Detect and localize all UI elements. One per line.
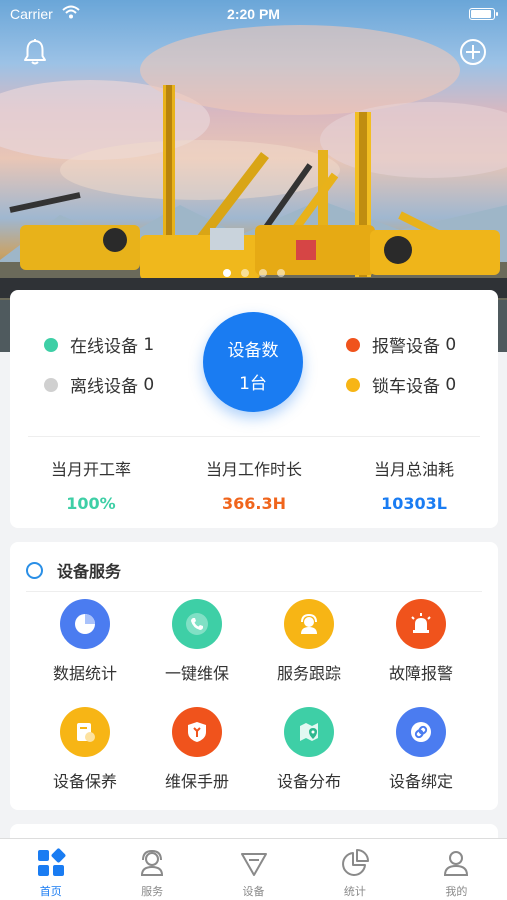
metric-label: 当月总油耗: [373, 460, 454, 479]
service-label: 维保手册: [164, 772, 229, 791]
service-manual[interactable]: 维保手册: [141, 707, 253, 792]
online-devices[interactable]: 在线设备 1: [44, 332, 154, 357]
legend-value: 0: [445, 374, 457, 395]
service-label: 故障报警: [388, 664, 453, 683]
legend-label: 离线设备: [70, 377, 138, 397]
divider: [26, 591, 482, 592]
headset-icon: [284, 599, 334, 649]
service-label: 服务跟踪: [276, 664, 341, 683]
service-label: 设备分布: [276, 772, 341, 791]
pie-chart-icon: [60, 599, 110, 649]
device-count-title: 设备数: [227, 341, 279, 361]
ring-icon: [26, 561, 43, 579]
carousel-dot[interactable]: [240, 269, 249, 277]
metric-value: 10303L: [381, 494, 447, 513]
tab-service[interactable]: 服务: [101, 839, 202, 900]
tab-stats[interactable]: 统计: [304, 839, 405, 900]
carousel-dot[interactable]: [258, 269, 267, 277]
legend-label: 锁车设备: [372, 377, 440, 397]
plus-circle-icon[interactable]: [459, 38, 487, 66]
metric-label: 当月工作时长: [205, 460, 302, 479]
carousel-indicator[interactable]: [0, 269, 507, 277]
offline-devices[interactable]: 离线设备 0: [44, 372, 154, 397]
service-label: 设备保养: [52, 772, 117, 791]
tab-bar: 首页 服务 设备 统计 我的: [0, 838, 507, 900]
alarm-light-icon: [396, 599, 446, 649]
tab-mine[interactable]: 我的: [406, 839, 507, 900]
tab-label: 首页: [39, 885, 62, 898]
tab-label: 统计: [343, 885, 366, 898]
bell-icon[interactable]: [22, 38, 48, 66]
service-distribution[interactable]: 设备分布: [253, 707, 365, 792]
device-count-circle[interactable]: 设备数 1台: [203, 312, 303, 412]
device-stats-card: 在线设备 1 离线设备 0 报警设备 0 锁车设备 0 设备数 1台 当月开工率…: [10, 290, 498, 528]
status-bar: Carrier 2:20 PM: [0, 0, 507, 28]
legend-value: 0: [143, 374, 155, 395]
divider: [28, 436, 480, 437]
metric-utilization: 当月开工率 100%: [16, 456, 166, 513]
metric-value: 100%: [66, 494, 116, 513]
carousel-dot[interactable]: [276, 269, 285, 277]
section-title: 设备服务: [57, 562, 122, 581]
device-shield-icon: [240, 853, 267, 876]
metric-fuel: 当月总油耗 10303L: [339, 456, 489, 513]
device-count-value: 1台: [239, 374, 267, 394]
stats-pie-icon: [341, 849, 369, 876]
service-maintenance[interactable]: 设备保养: [29, 707, 141, 792]
shield-wrench-icon: [172, 707, 222, 757]
service-person-icon: [141, 849, 164, 876]
metric-work-hours: 当月工作时长 366.3H: [179, 456, 329, 513]
service-binding[interactable]: 设备绑定: [365, 707, 477, 792]
section-header: 设备服务: [26, 558, 121, 582]
metric-label: 当月开工率: [50, 460, 131, 479]
clock: 2:20 PM: [227, 6, 280, 22]
tab-device[interactable]: 设备: [203, 839, 304, 900]
device-services-card: 设备服务 数据统计 一键维保 服务跟踪 故障报警 设备保养 维保手册 设备分布 …: [10, 542, 498, 810]
legend-label: 在线设备: [70, 337, 138, 357]
tab-label: 设备: [242, 885, 265, 898]
user-icon: [444, 851, 469, 876]
maintenance-doc-icon: [60, 707, 110, 757]
map-pin-icon: [284, 707, 334, 757]
legend-label: 报警设备: [372, 337, 440, 357]
battery-icon: [469, 8, 498, 20]
locked-devices[interactable]: 锁车设备 0: [346, 372, 456, 397]
status-dot: [346, 377, 360, 392]
service-tracking[interactable]: 服务跟踪: [253, 599, 365, 684]
link-icon: [396, 707, 446, 757]
carousel-dot[interactable]: [222, 269, 231, 277]
service-data-stats[interactable]: 数据统计: [29, 599, 141, 684]
home-grid-icon: [37, 848, 66, 876]
metric-value: 366.3H: [222, 494, 286, 513]
service-fault-alarm[interactable]: 故障报警: [365, 599, 477, 684]
service-one-click-maintenance[interactable]: 一键维保: [141, 599, 253, 684]
tab-home[interactable]: 首页: [0, 839, 101, 900]
legend-value: 0: [445, 334, 457, 355]
legend-value: 1: [143, 334, 155, 355]
status-dot: [44, 377, 58, 392]
service-label: 数据统计: [52, 664, 117, 683]
alarm-devices[interactable]: 报警设备 0: [346, 332, 456, 357]
service-label: 设备绑定: [388, 772, 453, 791]
tab-label: 我的: [445, 885, 468, 898]
status-dot: [44, 337, 58, 352]
tab-label: 服务: [141, 885, 164, 898]
phone-icon: [172, 599, 222, 649]
status-dot: [346, 337, 360, 352]
service-label: 一键维保: [164, 664, 229, 683]
